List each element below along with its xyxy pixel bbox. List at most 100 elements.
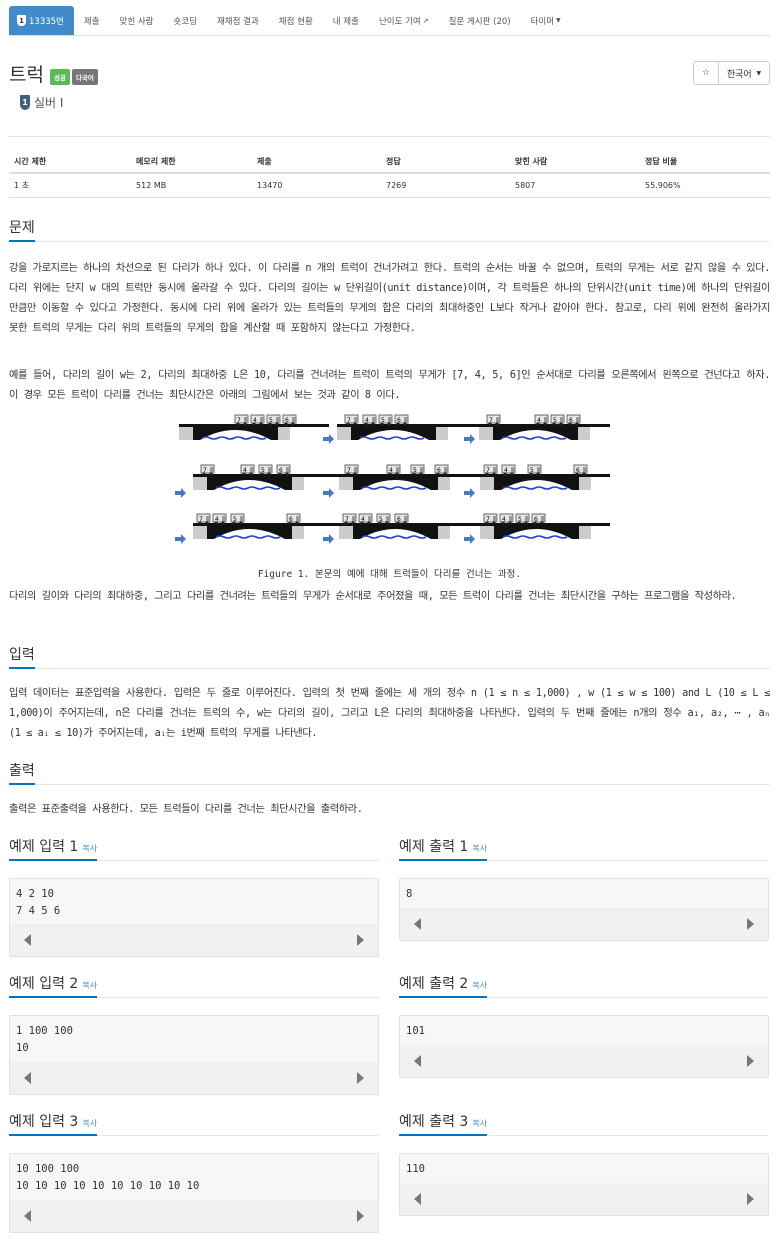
scroll-right-icon[interactable] [357, 934, 364, 946]
sample-input-text: 4 2 10 7 4 5 6 [16, 888, 61, 917]
truck-weight-label: 6 [397, 516, 401, 523]
sample-output-text: 101 [406, 1025, 425, 1037]
scroll-right-icon[interactable] [747, 1055, 754, 1067]
horizontal-scrollbar[interactable] [400, 1183, 768, 1215]
section-title: 입력 [9, 644, 35, 669]
truck-weight-label: 6 [437, 467, 441, 474]
sample-output-1[interactable]: 8 [399, 878, 769, 941]
section-title-wrap: 예제 입력 2 복사 [9, 973, 98, 998]
scroll-left-icon[interactable] [414, 1193, 421, 1205]
problem-nav: 1 13335번 제출 맞힌 사람 숏코딩 재채점 결과 채점 현황 내 제출 … [9, 6, 571, 35]
truck-weight-label: 4 [504, 467, 508, 474]
language-dropdown[interactable]: 한국어 ▼ [719, 61, 770, 85]
tier-icon: 1 [20, 95, 30, 110]
table-header: 정답 [381, 150, 510, 174]
figure-bridge-diagram: 7 4 5 6 7 4 5 6 7 4 5 6 7 4 5 6 7 4 5 6 … [175, 414, 610, 544]
nav-my-submissions[interactable]: 내 제출 [323, 6, 369, 35]
sample-output-2[interactable]: 101 [399, 1015, 769, 1078]
tier-label[interactable]: 실버 I [34, 94, 63, 111]
nav-solved-users[interactable]: 맞힌 사람 [110, 6, 164, 35]
horizontal-scrollbar[interactable] [400, 908, 768, 940]
caret-down-icon: ▼ [756, 69, 762, 77]
section-output: 출력 [9, 760, 770, 785]
horizontal-scrollbar[interactable] [10, 924, 378, 956]
star-icon: ☆ [701, 68, 711, 78]
scroll-right-icon[interactable] [357, 1072, 364, 1084]
sample-output-text: 8 [406, 888, 413, 900]
sample-output-text: 110 [406, 1163, 425, 1175]
scroll-right-icon[interactable] [357, 1210, 364, 1222]
copy-button[interactable]: 복사 [472, 1119, 487, 1128]
truck-weight-label: 7 [347, 467, 351, 474]
problem-task: 다리의 길이와 다리의 최대하중, 그리고 다리를 건너려는 트럭들의 무게가 … [9, 591, 737, 602]
sample-input-3-heading: 예제 입력 3 복사 [9, 1111, 379, 1136]
copy-button[interactable]: 복사 [472, 981, 487, 990]
sample-input-2[interactable]: 1 100 100 10 [9, 1015, 379, 1095]
sample-input-1[interactable]: 4 2 10 7 4 5 6 [9, 878, 379, 957]
truck-weight-label: 5 [518, 516, 522, 523]
scroll-left-icon[interactable] [24, 1072, 31, 1084]
truck-weight-label: 6 [289, 516, 293, 523]
truck-weight-label: 4 [215, 516, 219, 523]
copy-button[interactable]: 복사 [82, 981, 97, 990]
nav-submit[interactable]: 제출 [74, 6, 110, 35]
section-title: 예제 입력 2 [9, 976, 79, 992]
section-title: 예제 출력 3 [399, 1114, 469, 1130]
problem-actions: ☆ 한국어 ▼ [693, 61, 770, 85]
nav-judge-status[interactable]: 채점 현황 [269, 6, 323, 35]
figure-caption: Figure 1. 본문의 예에 대해 트럭들이 다리를 건너는 과정. [257, 569, 522, 580]
truck-weight-label: 5 [413, 467, 417, 474]
scroll-left-icon[interactable] [24, 934, 31, 946]
table-header: 맞힌 사람 [510, 150, 640, 174]
nav-divider [9, 35, 770, 36]
tier-badge-icon: 1 [17, 15, 26, 26]
section-problem: 문제 [9, 217, 770, 242]
copy-button[interactable]: 복사 [82, 844, 97, 853]
truck-weight-label: 5 [381, 417, 385, 424]
truck-weight-label: 6 [569, 417, 573, 424]
sample-input-1-heading: 예제 입력 1 복사 [9, 836, 379, 861]
truck-weight-label: 5 [233, 516, 237, 523]
nav-timer[interactable]: 타이머 ▼ [521, 6, 571, 35]
truck-weight-label: 4 [361, 516, 365, 523]
section-title-wrap: 예제 출력 2 복사 [399, 973, 488, 998]
horizontal-scrollbar[interactable] [10, 1062, 378, 1094]
table-cell: 13470 [252, 173, 381, 198]
sample-input-3[interactable]: 10 100 100 10 10 10 10 10 10 10 10 10 10 [9, 1153, 379, 1233]
sample-input-2-heading: 예제 입력 2 복사 [9, 973, 379, 998]
copy-button[interactable]: 복사 [472, 844, 487, 853]
horizontal-scrollbar[interactable] [10, 1200, 378, 1232]
external-link-icon: ↗ [422, 16, 429, 25]
status-badge-multilang[interactable]: 다국어 [71, 69, 98, 85]
horizontal-scrollbar[interactable] [400, 1045, 768, 1077]
truck-weight-label: 5 [261, 467, 265, 474]
nav-problem-number[interactable]: 1 13335번 [9, 6, 74, 35]
scroll-right-icon[interactable] [747, 1193, 754, 1205]
scroll-left-icon[interactable] [414, 1055, 421, 1067]
truck-weight-label: 7 [347, 417, 351, 424]
scroll-right-icon[interactable] [747, 918, 754, 930]
section-title-wrap: 예제 입력 1 복사 [9, 836, 98, 861]
nav-difficulty-contribution[interactable]: 난이도 기여 ↗ [369, 6, 439, 35]
truck-weight-label: 4 [537, 417, 541, 424]
nav-question-board[interactable]: 질문 게시판 (20) [439, 6, 521, 35]
truck-weight-label: 5 [379, 516, 383, 523]
input-description: 입력 데이터는 표준입력을 사용한다. 입력은 두 줄로 이루어진다. 입력의 … [9, 688, 770, 739]
sample-output-3[interactable]: 110 [399, 1153, 769, 1216]
star-button[interactable]: ☆ [693, 61, 719, 85]
scroll-left-icon[interactable] [24, 1210, 31, 1222]
scroll-left-icon[interactable] [414, 918, 421, 930]
section-input: 입력 [9, 644, 770, 669]
nav-rejudge-results[interactable]: 재채점 결과 [207, 6, 269, 35]
section-title: 문제 [9, 217, 35, 242]
nav-short-coding[interactable]: 숏코딩 [164, 6, 207, 35]
truck-weight-label: 5 [269, 417, 273, 424]
copy-button[interactable]: 복사 [82, 1119, 97, 1128]
sample-output-1-heading: 예제 출력 1 복사 [399, 836, 769, 861]
table-header: 시간 제한 [9, 150, 131, 174]
section-title: 예제 출력 1 [399, 839, 469, 855]
table-cell: 55.906% [640, 173, 770, 198]
problem-example: 예를 들어, 다리의 길이 w는 2, 다리의 최대하중 L은 10, 다리를 … [9, 370, 770, 401]
truck-weight-label: 4 [365, 417, 369, 424]
language-label: 한국어 [726, 69, 752, 80]
